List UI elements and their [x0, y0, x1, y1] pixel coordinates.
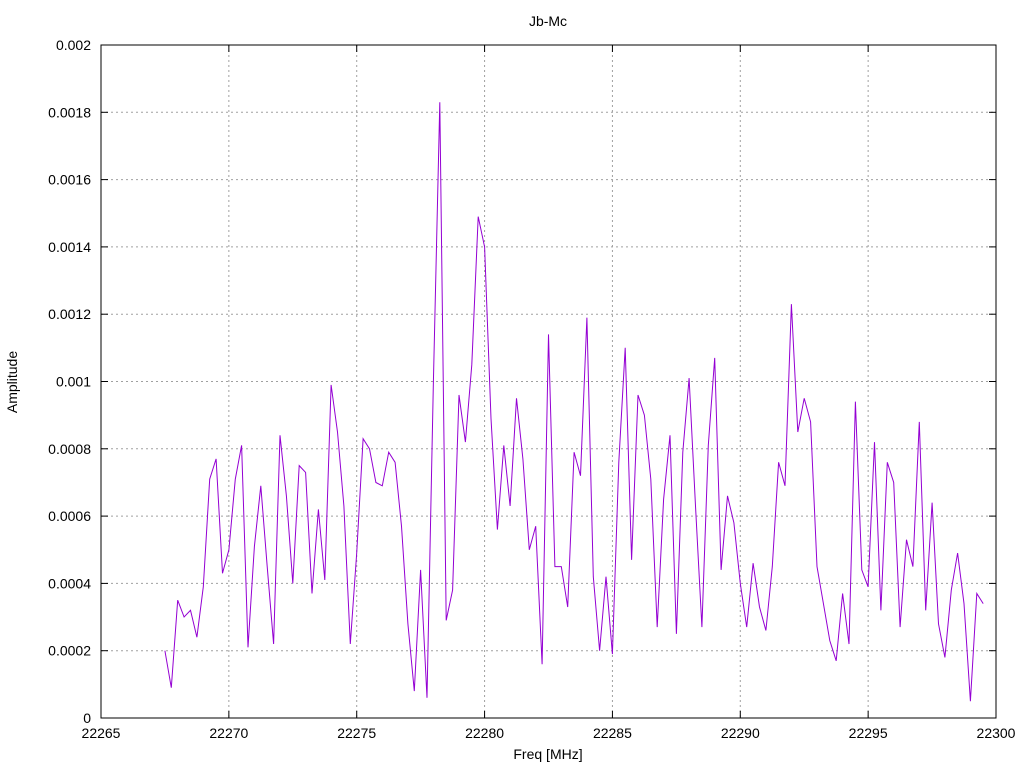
- x-tick-label: 22285: [593, 725, 632, 741]
- series-line: [164, 102, 984, 702]
- line-chart: 0 0.0002 0.0004 0.0006 0.0008 0.001 0.0012 0.00…: [4, 13, 1016, 762]
- y-tick-labels: 0 0.0002 0.0004 0.0006 0.0008 0.001 0.0012 0.00…: [48, 37, 91, 726]
- y-axis-label: Amplitude: [4, 351, 20, 413]
- x-tick-labels: 22265 22270 22275 22280 22285 22290 22295 22300: [82, 725, 1016, 741]
- x-tick-label: 22280: [465, 725, 504, 741]
- x-tick-label: 22300: [977, 725, 1016, 741]
- x-tick-label: 22295: [849, 725, 888, 741]
- series-layer: [164, 102, 984, 702]
- y-tick-label: 0.0018: [48, 104, 91, 120]
- chart-title: Jb-Mc: [529, 13, 567, 29]
- y-tick-label: 0.0008: [48, 441, 91, 457]
- y-tick-label: 0.0012: [48, 306, 91, 322]
- y-tick-label: 0.0002: [48, 643, 91, 659]
- y-tick-label: 0.0016: [48, 172, 91, 188]
- y-tick-label: 0.0014: [48, 239, 91, 255]
- x-tick-label: 22265: [82, 725, 121, 741]
- y-tick-label: 0.001: [56, 374, 91, 390]
- grid-lines: [101, 45, 996, 718]
- y-tick-label: 0.002: [56, 37, 91, 53]
- y-tick-label: 0: [83, 710, 91, 726]
- x-axis-label: Freq [MHz]: [513, 746, 582, 762]
- x-tick-label: 22270: [209, 725, 248, 741]
- x-tick-label: 22275: [337, 725, 376, 741]
- y-tick-label: 0.0004: [48, 575, 91, 591]
- x-tick-label: 22290: [721, 725, 760, 741]
- y-tick-label: 0.0006: [48, 508, 91, 524]
